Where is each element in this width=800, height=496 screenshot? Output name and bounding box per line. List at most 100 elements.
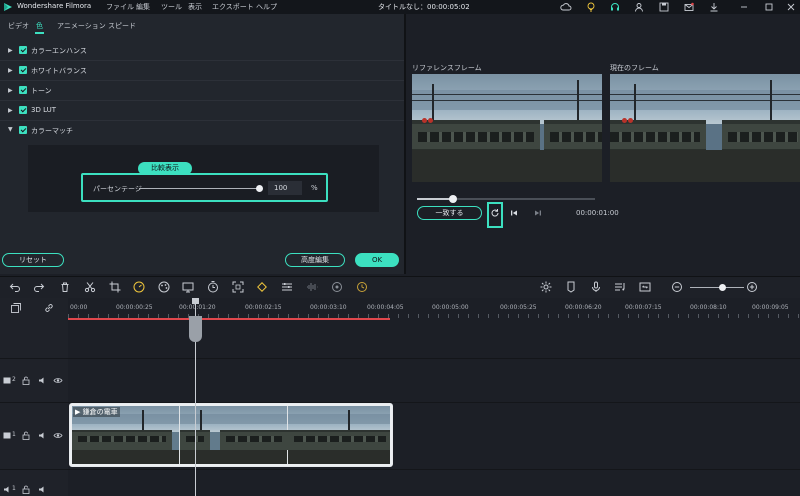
preview-scrubber-handle[interactable] xyxy=(448,195,457,203)
freeze-frame-icon[interactable] xyxy=(181,280,195,294)
tab-color[interactable]: 色 xyxy=(36,21,43,31)
track-number: 1 xyxy=(12,431,16,438)
section-checkbox[interactable] xyxy=(19,66,27,74)
mail-icon[interactable] xyxy=(683,1,695,13)
stabilize-icon[interactable] xyxy=(330,280,344,294)
link-icon[interactable] xyxy=(43,302,55,314)
render-icon[interactable] xyxy=(539,280,553,294)
lock-icon[interactable] xyxy=(22,431,30,440)
document-title: タイトルなし：00:00:05:02 xyxy=(378,3,470,11)
percentage-input[interactable]: 100 xyxy=(268,181,302,195)
collapse-arrow-icon[interactable]: ▼ xyxy=(8,126,13,133)
expand-arrow-icon[interactable]: ▶ xyxy=(8,47,13,54)
menu-view[interactable]: 表示 xyxy=(188,2,202,12)
fit-frame-icon[interactable] xyxy=(231,280,245,294)
redo-icon[interactable] xyxy=(32,280,46,294)
section-color-match[interactable]: ▼ カラーマッチ xyxy=(0,121,404,141)
section-label: ホワイトバランス xyxy=(31,67,87,75)
add-track-icon[interactable] xyxy=(10,302,22,314)
delete-icon[interactable] xyxy=(58,280,72,294)
audio-track-icon xyxy=(4,486,9,493)
zoom-slider-handle[interactable] xyxy=(719,284,726,291)
section-checkbox[interactable] xyxy=(19,86,27,94)
bulb-icon[interactable] xyxy=(585,1,597,13)
track-header-video-1: 1 xyxy=(3,430,65,442)
menu-edit[interactable]: 編集 xyxy=(136,2,150,12)
headset-icon[interactable] xyxy=(609,1,621,13)
clip-title: ▶ 鎌倉の電車 xyxy=(73,407,120,417)
tab-animation[interactable]: アニメーション xyxy=(57,21,106,31)
playhead-cap[interactable] xyxy=(192,298,199,304)
maximize-icon[interactable] xyxy=(763,1,775,13)
track-divider xyxy=(0,358,800,359)
track-number: 2 xyxy=(12,376,16,383)
expand-arrow-icon[interactable]: ▶ xyxy=(8,87,13,94)
percentage-label: パーセンテージ xyxy=(93,185,142,193)
eye-icon[interactable] xyxy=(53,431,63,440)
expand-arrow-icon[interactable]: ▶ xyxy=(8,107,13,114)
app-name: Wondershare Filmora xyxy=(17,2,92,10)
reset-loop-icon[interactable] xyxy=(490,208,500,218)
color-palette-icon[interactable] xyxy=(157,280,171,294)
section-checkbox[interactable] xyxy=(19,106,27,114)
section-checkbox[interactable] xyxy=(19,126,27,134)
compare-view-toggle[interactable]: 比較表示 xyxy=(138,162,192,175)
section-3d-lut[interactable]: ▶ 3D LUT xyxy=(0,101,404,121)
tab-video[interactable]: ビデオ xyxy=(8,21,29,31)
section-checkbox[interactable] xyxy=(19,46,27,54)
expand-arrow-icon[interactable]: ▶ xyxy=(8,67,13,74)
cut-icon[interactable] xyxy=(83,280,97,294)
speed-icon[interactable] xyxy=(132,280,146,294)
zoom-in-icon[interactable] xyxy=(745,280,759,294)
zoom-slider-track[interactable] xyxy=(690,287,744,288)
section-label: トーン xyxy=(31,87,52,95)
split-screen-icon[interactable] xyxy=(638,280,652,294)
eye-icon[interactable] xyxy=(53,376,63,385)
minimize-icon[interactable] xyxy=(738,1,750,13)
lock-icon[interactable] xyxy=(22,485,30,494)
marker-icon[interactable] xyxy=(564,280,578,294)
crop-icon[interactable] xyxy=(108,280,122,294)
mute-icon[interactable] xyxy=(38,431,46,440)
timer-icon[interactable] xyxy=(355,280,369,294)
close-icon[interactable] xyxy=(785,1,797,13)
menu-help[interactable]: ヘルプ xyxy=(256,2,277,12)
section-color-enhance[interactable]: ▶ カラーエンハンス xyxy=(0,41,404,61)
tab-speed[interactable]: スピード xyxy=(108,21,136,31)
adjust-icon[interactable] xyxy=(280,280,294,294)
ok-button[interactable]: OK xyxy=(355,253,399,267)
zoom-out-icon[interactable] xyxy=(670,280,684,294)
menu-file[interactable]: ファイル xyxy=(106,2,134,12)
clip-play-icon: ▶ xyxy=(75,408,83,416)
clip-title-text: 鎌倉の電車 xyxy=(82,408,118,416)
playhead-handle[interactable] xyxy=(189,316,202,342)
undo-icon[interactable] xyxy=(8,280,22,294)
reset-button[interactable]: リセット xyxy=(2,253,64,267)
keyframe-icon[interactable] xyxy=(255,280,269,294)
microphone-icon[interactable] xyxy=(589,280,603,294)
mute-icon[interactable] xyxy=(38,376,46,385)
menu-tools[interactable]: ツール xyxy=(161,2,182,12)
audio-wave-icon[interactable] xyxy=(305,280,319,294)
mute-icon[interactable] xyxy=(38,485,46,494)
save-icon[interactable] xyxy=(658,1,670,13)
section-tone[interactable]: ▶ トーン xyxy=(0,81,404,101)
step-back-icon[interactable] xyxy=(509,208,519,218)
ruler-label: 00:00:08:10 xyxy=(690,304,727,311)
download-icon[interactable] xyxy=(708,1,720,13)
account-icon[interactable] xyxy=(633,1,645,13)
step-forward-icon[interactable] xyxy=(533,208,543,218)
video-clip[interactable]: ▶ 鎌倉の電車 xyxy=(69,403,393,467)
match-button[interactable]: 一致する xyxy=(417,206,482,220)
lock-icon[interactable] xyxy=(22,376,30,385)
section-white-balance[interactable]: ▶ ホワイトバランス xyxy=(0,61,404,81)
percentage-slider-handle[interactable] xyxy=(256,185,263,192)
ruler-label: 00:00:07:15 xyxy=(625,304,662,311)
cloud-icon[interactable] xyxy=(560,1,572,13)
menu-export[interactable]: エクスポート xyxy=(212,2,254,12)
filmora-logo-icon xyxy=(4,3,12,11)
advanced-edit-button[interactable]: 高度編集 xyxy=(285,253,345,267)
percentage-slider-track[interactable] xyxy=(139,188,260,189)
duration-icon[interactable] xyxy=(206,280,220,294)
voiceover-list-icon[interactable] xyxy=(613,280,627,294)
